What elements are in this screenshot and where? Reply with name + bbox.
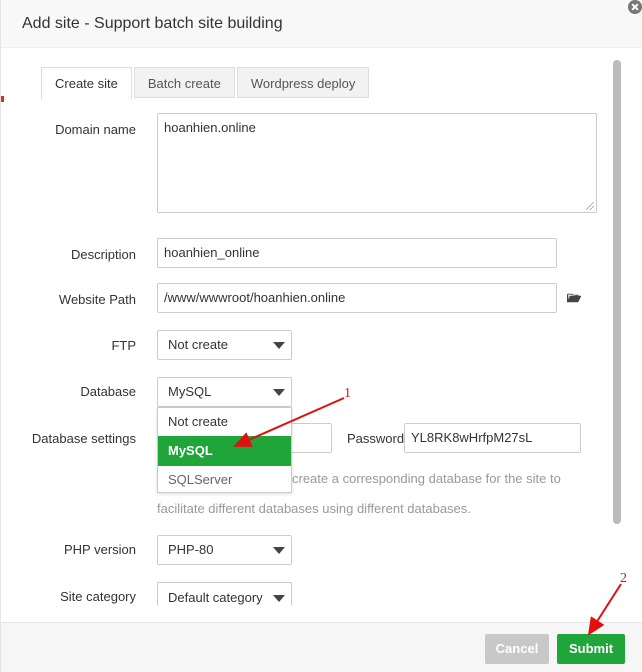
ftp-select[interactable]: Not create [157,330,292,360]
domain-textarea[interactable]: hoanhien.online [157,113,597,213]
dropdown-option-sqlserver[interactable]: SQLServer [158,466,291,494]
tab-bar: Create site Batch create Wordpress deplo… [41,67,371,100]
tab-batch-create[interactable]: Batch create [133,67,235,98]
ftp-select-value: Not create [168,337,228,352]
dialog-titlebar: Add site - Support batch site building [1,0,642,48]
scrollbar-thumb[interactable] [613,60,621,524]
annotation-number-2: 2 [620,571,627,586]
database-select[interactable]: MySQL [157,377,292,407]
description-input[interactable]: hoanhien_online [157,238,557,268]
password-input[interactable]: YL8RK8wHrfpM27sL [404,423,581,453]
site-category-select[interactable]: Default category [157,582,292,606]
edge-marker [1,96,4,102]
scrollbar[interactable] [613,60,621,620]
close-icon[interactable] [628,0,642,14]
chevron-down-icon [273,342,285,349]
resize-grip-icon[interactable] [586,202,594,210]
chevron-down-icon [273,389,285,396]
website-path-input[interactable]: /www/wwwroot/hoanhien.online [157,283,557,313]
password-label: Password [347,431,405,446]
website-path-label: Website Path [58,292,136,307]
site-category-value: Default category [168,590,263,605]
cancel-button[interactable]: Cancel [485,634,549,664]
domain-value: hoanhien.online [164,120,256,135]
dialog-title: Add site - Support batch site building [22,15,283,32]
submit-button[interactable]: Submit [557,634,625,664]
tab-create-site[interactable]: Create site [41,67,132,100]
folder-open-icon[interactable] [567,293,581,303]
ftp-label: FTP [111,338,136,353]
php-version-label: PHP version [63,542,136,557]
annotation-number-1: 1 [344,386,351,401]
description-label: Description [70,247,136,262]
chevron-down-icon [273,547,285,554]
site-category-label: Site category [60,589,136,604]
add-site-dialog: Add site - Support batch site building C… [0,0,642,672]
database-settings-label: Database settings [31,431,136,446]
tab-wordpress-deploy[interactable]: Wordpress deploy [236,67,370,98]
domain-label: Domain name [55,122,136,137]
note-line-2: facilitate different databases using dif… [157,501,471,516]
annotation-overlay [233,397,622,636]
database-select-value: MySQL [168,384,212,399]
chevron-down-icon [273,595,285,602]
php-version-select[interactable]: PHP-80 [157,535,292,565]
database-label: Database [80,384,136,399]
php-version-value: PHP-80 [168,542,214,557]
database-dropdown-menu: Not create MySQL SQLServer [157,407,292,493]
dropdown-option-not-create[interactable]: Not create [158,408,291,436]
dropdown-option-mysql[interactable]: MySQL [158,436,291,466]
